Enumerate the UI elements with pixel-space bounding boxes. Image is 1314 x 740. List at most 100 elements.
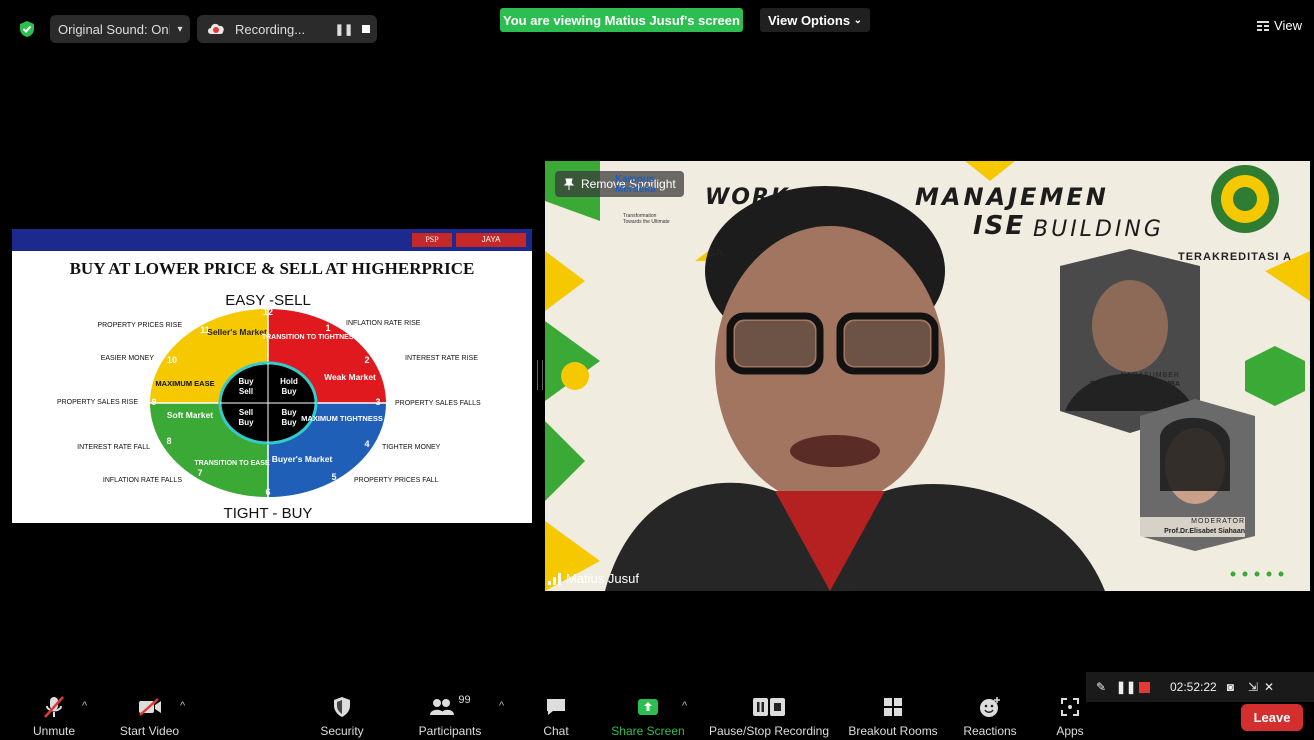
- soft-market-label: Soft Market: [167, 410, 213, 420]
- pause-stop-recording-icon: [753, 698, 785, 716]
- video-off-icon: [138, 698, 161, 716]
- breakout-rooms-button[interactable]: Breakout Rooms: [845, 690, 941, 740]
- start-video-label: Start Video: [119, 724, 180, 738]
- viewing-screen-banner: You are viewing Matius Jusuf's screen: [500, 8, 743, 32]
- transition-ease-label: TRANSITION TO EASE: [194, 460, 270, 467]
- shield-icon[interactable]: [18, 20, 36, 38]
- left-label-2: EASIER MONEY: [101, 355, 155, 362]
- breakout-rooms-label: Breakout Rooms: [848, 724, 938, 738]
- pause-recording-icon[interactable]: ❚❚: [1116, 680, 1136, 694]
- muted-microphone-icon: [44, 696, 64, 718]
- right-label-1: INFLATION RATE RISE: [346, 320, 421, 327]
- share-screen-button[interactable]: Share Screen: [608, 690, 688, 740]
- signal-bars-icon: [548, 572, 561, 585]
- view-button[interactable]: View: [1257, 18, 1302, 33]
- recording-timer: 02:52:22: [1170, 680, 1217, 694]
- leave-button[interactable]: Leave: [1241, 704, 1303, 731]
- sellers-market-label: Seller's Market: [207, 327, 267, 337]
- stop-icon[interactable]: [355, 25, 377, 33]
- stop-recording-icon[interactable]: [1134, 681, 1154, 693]
- moderator-caption: MODERATOR Prof.Dr.Elisabet Siahaan: [1110, 517, 1245, 537]
- shared-screen-slide: PSP JAYA BUY AT LOWER PRICE & SELL AT HI…: [12, 229, 532, 523]
- unmute-button[interactable]: Unmute: [24, 690, 84, 740]
- video-title-manajemen: MANAJEMEN: [915, 183, 1109, 211]
- cycle-number-11: 11: [200, 325, 210, 335]
- video-title-ise: ISE: [973, 211, 1026, 241]
- chevron-down-icon: ⌄: [853, 14, 863, 26]
- left-label-1: PROPERTY PRICES RISE: [97, 322, 182, 329]
- reactions-smiley-icon: [980, 697, 1000, 717]
- reactions-label: Reactions: [963, 724, 1017, 738]
- grid-view-icon: [1257, 20, 1270, 31]
- splitter-handle[interactable]: [537, 360, 543, 390]
- cloud-record-icon: [208, 23, 224, 34]
- right-label-3: PROPERTY SALES FALLS: [395, 400, 481, 407]
- cycle-number-9: 9: [151, 397, 156, 407]
- pause-stop-recording-label: Pause/Stop Recording: [708, 724, 830, 738]
- participant-name: Matius Jusuf: [566, 571, 639, 586]
- cycle-number-10: 10: [167, 355, 177, 365]
- participants-options-chevron[interactable]: ^: [499, 700, 504, 712]
- participants-icon: [430, 699, 455, 715]
- security-button[interactable]: Security: [312, 690, 372, 740]
- speaker-video: Remove Spotlight Kampus Merdeka Transfor…: [545, 161, 1310, 591]
- transformation-logo: Transformation Towards the Ultimate: [623, 213, 670, 225]
- cycle-number-12: 12: [263, 307, 273, 317]
- audio-options-chevron[interactable]: ^: [82, 700, 87, 712]
- pause-stop-recording-button[interactable]: Pause/Stop Recording: [705, 690, 833, 740]
- participants-button[interactable]: 99 Participants: [410, 690, 490, 740]
- camera-icon[interactable]: ◙: [1227, 680, 1234, 694]
- unmute-label: Unmute: [32, 724, 76, 738]
- apps-button[interactable]: Apps: [1050, 690, 1090, 740]
- chat-bubble-icon: [547, 699, 565, 715]
- start-video-button[interactable]: Start Video: [112, 690, 187, 740]
- recording-label: Recording...: [235, 21, 306, 37]
- view-options-button[interactable]: View Options ⌄: [760, 8, 870, 32]
- annotate-icon[interactable]: ✎: [1086, 680, 1116, 694]
- maximum-ease-label: MAXIMUM EASE: [155, 379, 214, 388]
- cycle-number-7: 7: [197, 468, 202, 478]
- pause-icon[interactable]: ❚❚: [333, 23, 355, 36]
- cycle-number-3: 3: [375, 397, 380, 407]
- video-options-chevron[interactable]: ^: [180, 700, 185, 712]
- right-label-2: INTEREST RATE RISE: [405, 355, 478, 362]
- pin-icon: [563, 178, 575, 190]
- maximum-tightness-label: MAXIMUM TIGHTNESS: [301, 414, 383, 423]
- center-sell-1: Sell: [239, 387, 253, 396]
- narasumber-desc: Pakar Properti Indonesia: [1097, 390, 1180, 397]
- left-label-5: INFLATION RATE FALLS: [103, 477, 182, 484]
- minimize-icon[interactable]: ⇲: [1248, 680, 1258, 694]
- center-buy-1: Buy: [238, 377, 254, 386]
- share-options-chevron[interactable]: ^: [682, 700, 687, 712]
- kampus-merdeka-logo: Kampus Merdeka: [615, 174, 656, 195]
- cycle-number-2: 2: [364, 355, 369, 365]
- apps-label: Apps: [1056, 724, 1084, 738]
- video-title-building: BUILDING: [1033, 217, 1164, 242]
- right-label-4: TIGHTER MONEY: [382, 444, 441, 451]
- cycle-number-8: 8: [166, 436, 171, 446]
- center-buy-3: Buy: [238, 418, 254, 427]
- view-options-label: View Options: [767, 12, 851, 28]
- original-sound-toggle[interactable]: Original Sound: On ▾: [50, 15, 190, 43]
- apps-icon: [1061, 698, 1079, 716]
- center-sell-2: Sell: [239, 408, 253, 417]
- moderator-role: MODERATOR: [1191, 518, 1245, 525]
- moderator-name: Prof.Dr.Elisabet Siahaan: [1164, 528, 1245, 535]
- center-hold: Hold: [280, 377, 298, 386]
- participants-label: Participants: [418, 724, 482, 738]
- close-icon[interactable]: ✕: [1264, 680, 1274, 694]
- narasumber-name: Dr.Ir.Matius Yusuf,MM,MBA: [1089, 381, 1180, 388]
- reactions-button[interactable]: Reactions: [958, 690, 1022, 740]
- chat-button[interactable]: Chat: [536, 690, 576, 740]
- original-sound-label: Original Sound: On: [58, 21, 169, 37]
- center-buy-5: Buy: [281, 418, 297, 427]
- chevron-down-icon[interactable]: ▾: [169, 23, 190, 35]
- recording-indicator: Recording... ❚❚: [197, 15, 377, 43]
- chat-label: Chat: [543, 724, 569, 738]
- recording-control-bar: ✎ ❚❚ 02:52:22 ◙ ⇲ ✕: [1086, 672, 1314, 702]
- transition-tightness-label: TRANSITION TO TIGHTNESS: [262, 334, 359, 341]
- video-title-work: WORK: [705, 185, 790, 210]
- share-screen-icon: [638, 699, 658, 715]
- narasumber-caption: NARASUMBER Dr.Ir.Matius Yusuf,MM,MBA Pak…: [1040, 371, 1180, 398]
- buyers-market-label: Buyer's Market: [272, 454, 333, 464]
